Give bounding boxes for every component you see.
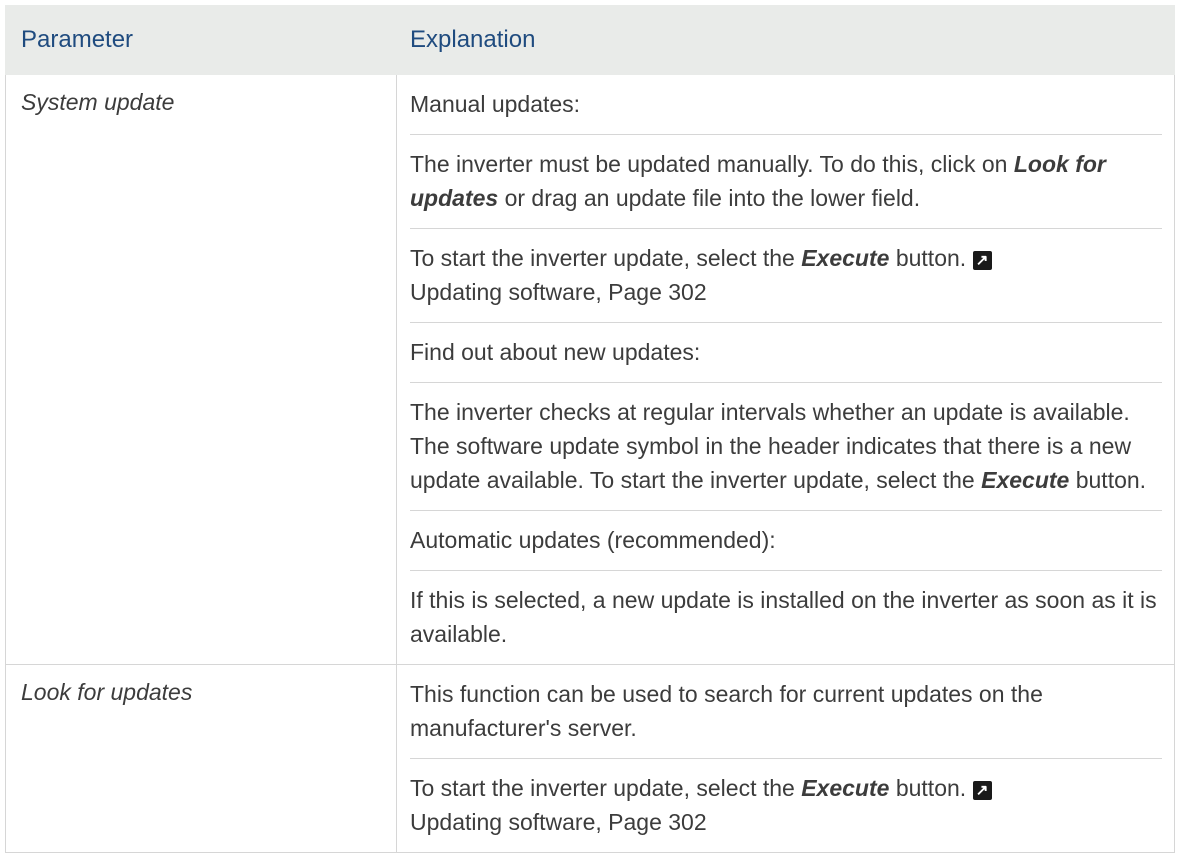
text-span: button. bbox=[889, 775, 973, 801]
text-span: If this is selected, a new update is ins… bbox=[410, 587, 1157, 647]
find-updates-heading: Find out about new updates: bbox=[410, 323, 1162, 383]
manual-updates-text: The inverter must be updated manually. T… bbox=[410, 135, 1162, 229]
text-span: To start the inverter update, select the bbox=[410, 775, 802, 801]
text-span: This function can be used to search for … bbox=[410, 681, 1043, 741]
text-span: or drag an update file into the lower fi… bbox=[498, 185, 921, 211]
explanation-cell: Manual updates: The inverter must be upd… bbox=[396, 74, 1175, 665]
automatic-updates-text: If this is selected, a new update is ins… bbox=[410, 571, 1162, 664]
manual-updates-heading: Manual updates: bbox=[410, 75, 1162, 135]
arrow-link-icon[interactable]: ↗ bbox=[972, 251, 992, 270]
table-row: Look for updates This function can be us… bbox=[5, 664, 1175, 853]
start-update-text: To start the inverter update, select the… bbox=[410, 229, 1162, 323]
header-parameter: Parameter bbox=[5, 5, 397, 75]
execute-emphasis: Execute bbox=[981, 467, 1070, 493]
parameter-look-for-updates: Look for updates bbox=[5, 664, 397, 853]
text-span: button. bbox=[1069, 467, 1147, 493]
find-updates-heading-text: Find out about new updates: bbox=[410, 339, 701, 365]
header-explanation: Explanation bbox=[396, 5, 1175, 75]
automatic-updates-heading-text: Automatic updates (recommended): bbox=[410, 527, 776, 553]
text-span: button. bbox=[889, 245, 973, 271]
parameter-system-update: System update bbox=[5, 74, 397, 665]
arrow-link-icon[interactable]: ↗ bbox=[972, 781, 992, 800]
start-update-text: To start the inverter update, select the… bbox=[410, 759, 1162, 852]
automatic-updates-heading: Automatic updates (recommended): bbox=[410, 511, 1162, 571]
text-span: The inverter must be updated manually. T… bbox=[410, 151, 1014, 177]
execute-emphasis: Execute bbox=[801, 245, 890, 271]
manual-updates-heading-text: Manual updates: bbox=[410, 91, 581, 117]
parameter-table: Parameter Explanation System update Manu… bbox=[5, 5, 1175, 853]
table-header-row: Parameter Explanation bbox=[5, 5, 1175, 75]
look-for-updates-text: This function can be used to search for … bbox=[410, 665, 1162, 759]
execute-emphasis: Execute bbox=[801, 775, 890, 801]
explanation-cell: This function can be used to search for … bbox=[396, 664, 1175, 853]
updating-software-link[interactable]: Updating software, Page 302 bbox=[410, 279, 707, 305]
table-row: System update Manual updates: The invert… bbox=[5, 74, 1175, 665]
text-span: To start the inverter update, select the bbox=[410, 245, 802, 271]
find-updates-text: The inverter checks at regular intervals… bbox=[410, 383, 1162, 511]
updating-software-link[interactable]: Updating software, Page 302 bbox=[410, 809, 707, 835]
